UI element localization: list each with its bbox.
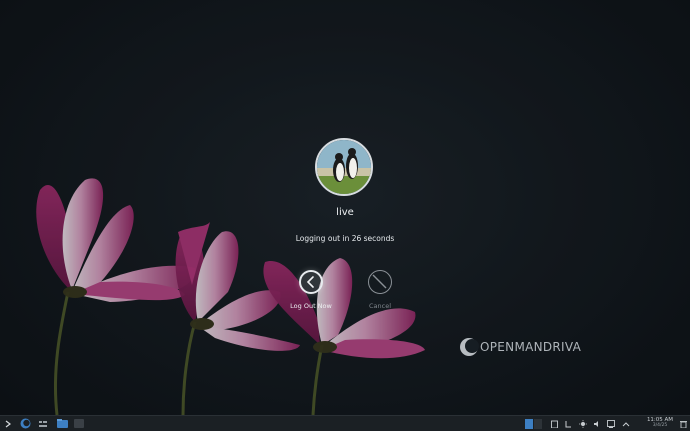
penguin-avatar-icon xyxy=(317,140,371,194)
accessibility-icon[interactable] xyxy=(564,416,573,431)
brightness-icon[interactable] xyxy=(578,416,587,431)
clipboard-icon[interactable] xyxy=(550,416,559,431)
log-out-now-button[interactable]: Log Out Now xyxy=(276,270,346,310)
taskbar-clock[interactable]: 11:05 AM 3/4/25 xyxy=(645,417,675,429)
volume-icon[interactable] xyxy=(592,416,601,431)
task-switcher-icon[interactable] xyxy=(38,416,48,431)
user-avatar xyxy=(315,138,373,196)
logout-screen: live Logging out in 26 seconds Log Out N… xyxy=(0,0,690,431)
back-arrow-icon[interactable] xyxy=(299,270,323,294)
username-label: live xyxy=(336,207,354,218)
log-out-now-label: Log Out Now xyxy=(290,302,332,310)
cancel-button[interactable]: Cancel xyxy=(345,270,415,310)
terminal-icon[interactable] xyxy=(73,416,85,431)
network-icon[interactable] xyxy=(606,416,615,431)
file-manager-icon[interactable] xyxy=(56,416,68,431)
chevron-up-icon[interactable] xyxy=(621,416,630,431)
application-launcher-icon[interactable] xyxy=(18,416,32,431)
openmandriva-logo: OPENMANDRIVA xyxy=(459,336,581,358)
clock-date: 3/4/25 xyxy=(652,423,668,428)
menu-chevron-icon[interactable] xyxy=(4,416,12,431)
trash-icon[interactable] xyxy=(679,416,688,431)
virtual-desktop-pager[interactable] xyxy=(524,416,544,431)
cancel-icon[interactable] xyxy=(368,270,392,294)
taskbar: 11:05 AM 3/4/25 xyxy=(0,415,690,431)
logout-countdown: Logging out in 26 seconds xyxy=(295,234,395,243)
cancel-label: Cancel xyxy=(368,302,392,310)
brand-wordmark: OPENMANDRIVA xyxy=(480,340,582,354)
openmandriva-crescent-icon xyxy=(460,338,479,356)
